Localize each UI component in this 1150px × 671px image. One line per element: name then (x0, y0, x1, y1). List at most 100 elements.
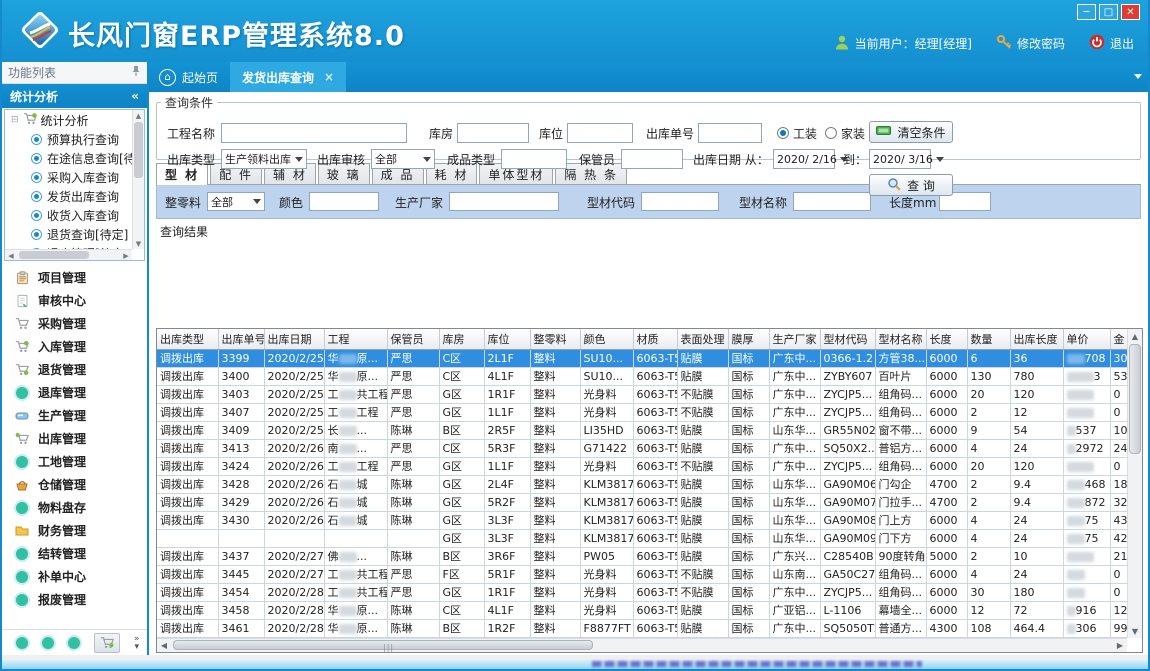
tree-item-退货查询[待定][interactable]: 退货查询[待定] (5, 225, 144, 244)
whole-part-select[interactable]: 全部 (207, 192, 265, 211)
table-row[interactable]: 调拨出库34372020/2/27佛...陈琳B区3R6F整料PW056063-… (157, 547, 1127, 565)
column-header-型材名称[interactable]: 型材名称 (875, 329, 926, 349)
table-row[interactable]: 调拨出库34292020/2/26石城陈琳G区5R2F整料KLM38176063… (157, 493, 1127, 511)
sidebar-item-项目管理[interactable]: 项目管理 (2, 266, 147, 289)
tab-list-dropdown-icon[interactable] (1134, 74, 1142, 79)
table-row[interactable]: 调拨出库33992020/2/25华原...严思C区2L1F整料SU10...6… (157, 349, 1127, 367)
column-header-保管员[interactable]: 保管员 (387, 329, 439, 349)
column-header-出库单号[interactable]: 出库单号 (218, 329, 264, 349)
column-header-出库日期[interactable]: 出库日期 (264, 329, 324, 349)
column-header-库房[interactable]: 库房 (439, 329, 484, 349)
logout-button[interactable]: 退出 (1089, 34, 1134, 53)
sidebar-item-退货管理[interactable]: 退货管理 (2, 358, 147, 381)
clear-conditions-button[interactable]: 清空条件 (869, 121, 953, 143)
column-header-单价[interactable]: 单价 (1063, 329, 1110, 349)
tree-item-预算执行查询[interactable]: 预算执行查询 (5, 130, 144, 149)
table-row[interactable]: 调拨出库34072020/2/25工工程严思G区1L1F整料光身料6063-T5… (157, 403, 1127, 421)
project-name-input[interactable] (221, 123, 407, 143)
tree-item-采购入库查询[interactable]: 采购入库查询 (5, 168, 144, 187)
product-type-input[interactable] (501, 149, 567, 169)
tree-root-statistics[interactable]: ⊟ 统计分析 (5, 110, 144, 130)
table-row[interactable]: 调拨出库34092020/2/25长...陈琳B区2R5F整料LI35HD606… (157, 421, 1127, 439)
tab-shipment-outbound-query[interactable]: 发货出库查询 × (230, 62, 346, 92)
keeper-input[interactable] (621, 149, 683, 169)
table-row[interactable]: 调拨出库34582020/2/28华原...陈琳C区4L1F整料光身料6063-… (157, 601, 1127, 619)
column-header-膜厚[interactable]: 膜厚 (728, 329, 769, 349)
column-header-数量[interactable]: 数量 (967, 329, 1010, 349)
date-to-picker[interactable]: 2020/ 3/16 (869, 149, 931, 169)
minimize-button[interactable]: ─ (1077, 4, 1096, 20)
scroll-down-icon[interactable]: ▼ (1128, 624, 1142, 638)
grid-horizontal-scrollbar[interactable]: ◀ ||| ▶ (157, 638, 1127, 652)
scroll-left-icon[interactable]: ◀ (157, 639, 171, 652)
table-row[interactable]: 调拨出库34002020/2/25华原...严思C区4L1F整料SU10...6… (157, 367, 1127, 385)
scroll-right-icon[interactable]: ▶ (1113, 639, 1127, 652)
module-dot-button[interactable] (42, 637, 54, 649)
profile-code-input[interactable] (641, 192, 719, 211)
more-chevron-icon[interactable]: »▾ (134, 635, 140, 651)
manufacturer-input[interactable] (449, 192, 559, 211)
tree-item-发货出库查询[interactable]: 发货出库查询 (5, 187, 144, 206)
column-header-出库类型[interactable]: 出库类型 (157, 329, 218, 349)
column-header-长度[interactable]: 长度 (926, 329, 967, 349)
table-row[interactable]: 调拨出库34032020/2/25工共工程严思G区1R1F整料光身料6063-T… (157, 385, 1127, 403)
sidebar-item-补单中心[interactable]: 补单中心 (2, 565, 147, 588)
column-header-金[interactable]: 金 (1110, 329, 1127, 349)
audit-select[interactable]: 全部 (371, 149, 435, 169)
table-row[interactable]: 调拨出库34612020/2/28华原...陈琳B区1R2F整料F8877FT6… (157, 619, 1127, 637)
sidebar-item-退库管理[interactable]: 退库管理 (2, 381, 147, 404)
table-row[interactable]: 调拨出库34282020/2/26石城陈琳G区2L4F整料KLM38176063… (157, 475, 1127, 493)
tree-vertical-scrollbar[interactable]: ▲▼ (132, 110, 144, 249)
sidebar-item-生产管理[interactable]: 生产管理 (2, 404, 147, 427)
search-button[interactable]: 查 询 (869, 174, 953, 196)
radio-gongzhuang[interactable]: 工装 (777, 123, 817, 143)
table-row[interactable]: 调拨出库34132020/2/26南...严思C区5R3F整料G71422606… (157, 439, 1127, 457)
tab-close-icon[interactable]: × (324, 70, 334, 84)
module-dot-button[interactable] (16, 637, 28, 649)
horizontal-scroll-thumb[interactable]: ||| (173, 640, 593, 650)
scroll-up-icon[interactable]: ▲ (1128, 329, 1142, 343)
tree-horizontal-scrollbar[interactable]: ◀▶ (5, 249, 132, 260)
column-header-材质[interactable]: 材质 (633, 329, 677, 349)
table-row[interactable]: 调拨出库34242020/2/26工工程严思G区1L1F整料光身料6063-T5… (157, 457, 1127, 475)
sidebar-item-审核中心[interactable]: 审核中心 (2, 289, 147, 312)
location-input[interactable] (567, 123, 633, 143)
date-from-picker[interactable]: 2020/ 2/16 (773, 149, 835, 169)
maximize-button[interactable]: □ (1099, 4, 1118, 20)
radio-jiazhuang[interactable]: 家装 (825, 123, 865, 143)
sidebar-item-采购管理[interactable]: 采购管理 (2, 312, 147, 335)
table-row[interactable]: G区3L3F整料KLM38176063-T5贴膜国标山东华...GA90M09.… (157, 529, 1127, 547)
table-row[interactable]: 调拨出库34542020/2/28工共工程严思G区1R1F整料光身料6063-T… (157, 583, 1127, 601)
cart-tool-button[interactable] (94, 633, 120, 653)
column-header-库位[interactable]: 库位 (484, 329, 530, 349)
grid-vertical-scrollbar[interactable]: ▲ ▼ (1127, 329, 1142, 638)
profile-name-input[interactable] (793, 192, 871, 211)
close-button[interactable]: ✕ (1121, 4, 1140, 20)
tree-item-收货入库查询[interactable]: 收货入库查询 (5, 206, 144, 225)
pin-icon[interactable] (131, 65, 141, 80)
tab-home[interactable]: ⌂ 起始页 (149, 62, 230, 92)
sidebar-item-报废管理[interactable]: 报废管理 (2, 588, 147, 611)
out-type-select[interactable]: 生产领料出库 (221, 149, 307, 169)
table-row[interactable]: 调拨出库34302020/2/26石城陈琳G区3L3F整料KLM38176063… (157, 511, 1127, 529)
change-password-button[interactable]: 修改密码 (996, 34, 1065, 53)
table-row[interactable]: 调拨出库34452020/2/27工共工程严思F区5R1F整料光身料6063-T… (157, 565, 1127, 583)
column-header-型材代码[interactable]: 型材代码 (820, 329, 875, 349)
tree-item-在途信息查询[待[interactable]: 在途信息查询[待 (5, 149, 144, 168)
collapse-icon[interactable]: « (131, 89, 139, 103)
sidebar-item-仓储管理[interactable]: 仓储管理 (2, 473, 147, 496)
sidebar-item-出库管理[interactable]: 出库管理 (2, 427, 147, 450)
order-no-input[interactable] (698, 123, 762, 143)
column-header-表面处理[interactable]: 表面处理 (677, 329, 728, 349)
sidebar-item-财务管理[interactable]: 财务管理 (2, 519, 147, 542)
sidebar-item-物料盘存[interactable]: 物料盘存 (2, 496, 147, 519)
sidebar-item-工地管理[interactable]: 工地管理 (2, 450, 147, 473)
sidebar-item-入库管理[interactable]: 入库管理 (2, 335, 147, 358)
vertical-scroll-thumb[interactable] (1129, 344, 1141, 454)
sidebar-item-结转管理[interactable]: 结转管理 (2, 542, 147, 565)
column-header-出库长度[interactable]: 出库长度 (1010, 329, 1063, 349)
module-dot-button[interactable] (68, 637, 80, 649)
color-input[interactable] (309, 192, 379, 211)
column-header-整零料[interactable]: 整零料 (530, 329, 580, 349)
column-header-工程[interactable]: 工程 (324, 329, 387, 349)
